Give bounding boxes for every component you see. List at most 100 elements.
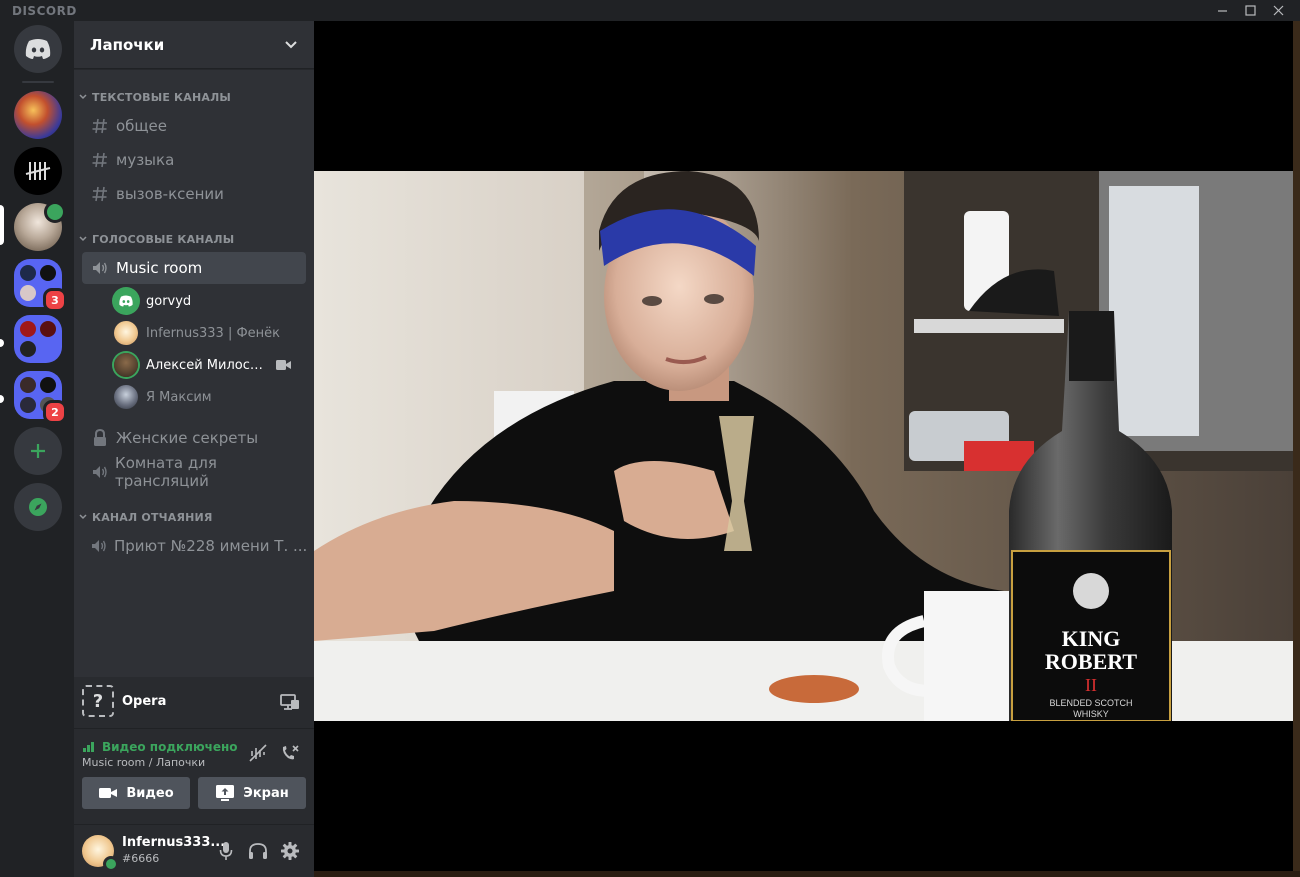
settings-button[interactable]	[274, 835, 306, 867]
window-backdrop	[1293, 21, 1300, 877]
noise-suppression-icon	[249, 744, 267, 762]
speaker-icon	[90, 536, 108, 556]
activity-name: Opera	[122, 694, 167, 709]
channel-label: Комната для трансляций	[115, 454, 217, 490]
channel-label: Music room	[116, 259, 203, 277]
speaker-icon	[90, 462, 109, 482]
folder-server-thumb	[40, 321, 56, 337]
category-despair[interactable]: КАНАЛ ОТЧАЯНИЯ	[78, 509, 213, 525]
discord-logo-icon	[25, 39, 51, 59]
user-panel: Infernus333... #6666	[74, 825, 314, 877]
member-name: gorvyd	[146, 293, 192, 309]
app-brand: DISCORD	[12, 4, 77, 18]
go-live-button[interactable]	[274, 687, 306, 719]
folder-server-thumb	[20, 377, 36, 393]
voice-member[interactable]: Я Максим	[114, 382, 306, 412]
screen-share-icon	[216, 785, 235, 801]
label-line-2: ROBERT	[1045, 649, 1137, 674]
maximize-icon	[1244, 5, 1256, 16]
server-rail: 3 2	[0, 21, 74, 877]
hashtag-icon	[90, 116, 110, 136]
folder-server-thumb	[40, 265, 56, 281]
disconnect-phone-icon	[282, 745, 299, 760]
hashtag-icon	[90, 150, 110, 170]
maximize-button[interactable]	[1236, 0, 1264, 21]
category-label: КАНАЛ ОТЧАЯНИЯ	[92, 510, 213, 524]
folder-server-thumb	[20, 321, 36, 337]
explore-servers-button[interactable]	[14, 483, 62, 531]
channel-general[interactable]: общее	[82, 110, 306, 142]
member-name: Infernus333 | Фенёк	[146, 325, 281, 341]
label-line-3: II	[1085, 675, 1097, 695]
label-crest	[1073, 573, 1109, 609]
mug	[924, 591, 1014, 721]
avatar	[114, 321, 138, 345]
channel-music[interactable]: музыка	[82, 144, 306, 176]
compass-icon	[29, 498, 47, 516]
category-voice[interactable]: ГОЛОСОВЫЕ КАНАЛЫ	[78, 231, 234, 247]
hashtag-icon	[90, 184, 110, 204]
channel-label: Приют №228 имени Т. ...	[114, 537, 308, 555]
channel-label: общее	[116, 117, 168, 135]
guild-header[interactable]: Лапочки	[74, 21, 314, 69]
mute-button[interactable]	[210, 835, 242, 867]
unread-pill	[0, 339, 4, 347]
voice-status[interactable]: Видео подключено	[102, 740, 238, 754]
video-feed[interactable]: KING ROBERT II BLENDED SCOTCH WHISKY	[314, 171, 1294, 721]
deafen-button[interactable]	[242, 835, 274, 867]
voice-channel-stream-room[interactable]: Комната для трансляций	[82, 454, 306, 490]
shelf-board	[914, 319, 1064, 333]
voice-channel-music-room[interactable]: Music room	[82, 252, 306, 284]
channel-summon-ksenia[interactable]: вызов-ксении	[82, 178, 306, 210]
voice-member[interactable]: Алексей Милосер...	[114, 350, 306, 380]
bottle-cap	[1069, 311, 1114, 381]
channel-label: вызов-ксении	[116, 185, 224, 203]
voice-channel-shelter[interactable]: Приют №228 имени Т. ...	[82, 530, 308, 562]
microwave-door	[1109, 186, 1199, 436]
voice-channel-women-secrets[interactable]: Женские секреты	[82, 422, 306, 454]
voice-member[interactable]: gorvyd	[114, 286, 306, 316]
screen-share-icon	[280, 694, 299, 710]
chevron-down-icon	[285, 41, 297, 49]
avatar	[114, 385, 138, 409]
category-text[interactable]: ТЕКСТОВЫЕ КАНАЛЫ	[78, 89, 231, 105]
voice-location[interactable]: Music room / Лапочки	[82, 756, 205, 769]
server-icon-dbd[interactable]	[14, 147, 62, 195]
disconnect-button[interactable]	[274, 737, 306, 769]
unknown-game-icon: ?	[82, 685, 114, 717]
member-name: Алексей Милосер...	[146, 357, 268, 373]
server-icon-fire[interactable]	[14, 91, 62, 139]
left-eye	[642, 296, 662, 306]
discord-logo-icon	[119, 295, 133, 307]
rail-separator	[22, 81, 54, 83]
headphones-icon	[249, 843, 267, 859]
category-label: ГОЛОСОВЫЕ КАНАЛЫ	[92, 232, 235, 246]
add-server-button[interactable]	[14, 427, 62, 475]
channel-sidebar: Лапочки ТЕКСТОВЫЕ КАНАЛЫ общее музыка вы…	[74, 21, 314, 877]
video-stage: KING ROBERT II BLENDED SCOTCH WHISKY	[314, 21, 1300, 877]
video-button[interactable]: Видео	[82, 777, 190, 809]
folder-server-thumb	[40, 377, 56, 393]
server-folder-2[interactable]	[14, 315, 62, 363]
food	[769, 675, 859, 703]
speaker-icon	[90, 258, 110, 278]
close-icon	[1273, 5, 1283, 16]
screen-share-button[interactable]: Экран	[198, 777, 306, 809]
gear-icon	[281, 842, 299, 860]
video-active-icon	[44, 201, 66, 223]
label-line-1: KING	[1062, 626, 1121, 651]
avatar	[114, 353, 138, 377]
voice-member[interactable]: Infernus333 | Фенёк	[114, 318, 306, 348]
plus-icon	[31, 444, 45, 458]
close-button[interactable]	[1264, 0, 1292, 21]
folder-server-thumb	[20, 341, 36, 357]
mention-badge: 2	[43, 400, 67, 424]
minimize-button[interactable]	[1208, 0, 1236, 21]
title-bar: DISCORD	[0, 0, 1300, 21]
online-status-icon	[103, 856, 119, 872]
home-button[interactable]	[14, 25, 62, 73]
noise-suppression-button[interactable]	[242, 737, 274, 769]
category-label: ТЕКСТОВЫЕ КАНАЛЫ	[92, 90, 232, 104]
label-line-4: BLENDED SCOTCH	[1049, 698, 1132, 708]
signal-strength-icon	[83, 742, 94, 752]
